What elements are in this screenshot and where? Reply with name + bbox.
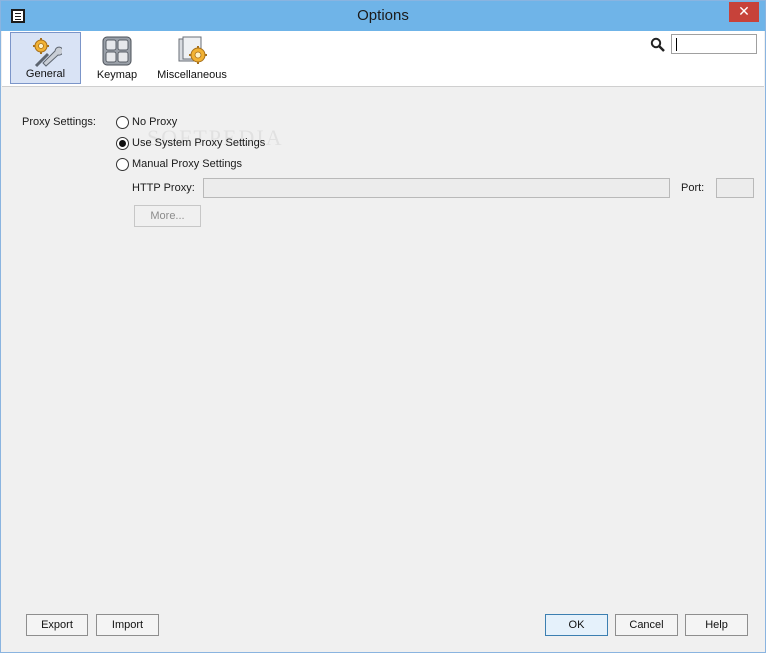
search-input[interactable] [671, 34, 757, 54]
ok-button[interactable]: OK [545, 614, 608, 636]
manual-proxy-radio[interactable] [116, 158, 129, 171]
no-proxy-radio[interactable] [116, 116, 129, 129]
tab-miscellaneous[interactable]: Miscellaneous [154, 32, 230, 84]
options-window: Options ✕ General Keymap Miscellaneous S… [0, 0, 766, 653]
text-caret [676, 38, 677, 51]
cancel-button[interactable]: Cancel [615, 614, 678, 636]
tab-general-label: General [25, 68, 66, 80]
port-field[interactable] [716, 178, 754, 198]
more-button[interactable]: More... [134, 205, 201, 227]
import-button[interactable]: Import [96, 614, 159, 636]
tab-keymap-label: Keymap [96, 69, 138, 81]
title-bar[interactable]: Options ✕ [1, 1, 765, 31]
no-proxy-label[interactable]: No Proxy [132, 116, 177, 128]
manual-proxy-label[interactable]: Manual Proxy Settings [132, 158, 242, 170]
http-proxy-label: HTTP Proxy: [132, 182, 195, 194]
system-proxy-radio[interactable] [116, 137, 129, 150]
search-icon[interactable] [650, 37, 666, 53]
system-proxy-label[interactable]: Use System Proxy Settings [132, 137, 265, 149]
category-toolbar: General Keymap Miscellaneous [2, 31, 764, 87]
misc-gear-icon [178, 36, 207, 64]
tab-miscellaneous-label: Miscellaneous [157, 69, 227, 81]
proxy-settings-label: Proxy Settings: [22, 116, 96, 128]
port-label: Port: [681, 182, 705, 194]
export-button[interactable]: Export [26, 614, 88, 636]
wrench-gear-icon [32, 38, 62, 68]
close-button[interactable]: ✕ [729, 2, 759, 22]
help-button[interactable]: Help [685, 614, 748, 636]
tab-general[interactable]: General [10, 32, 81, 84]
tab-keymap[interactable]: Keymap [86, 32, 148, 84]
window-title: Options [357, 7, 409, 24]
http-proxy-field[interactable] [203, 178, 670, 198]
keyboard-icon [102, 36, 132, 66]
